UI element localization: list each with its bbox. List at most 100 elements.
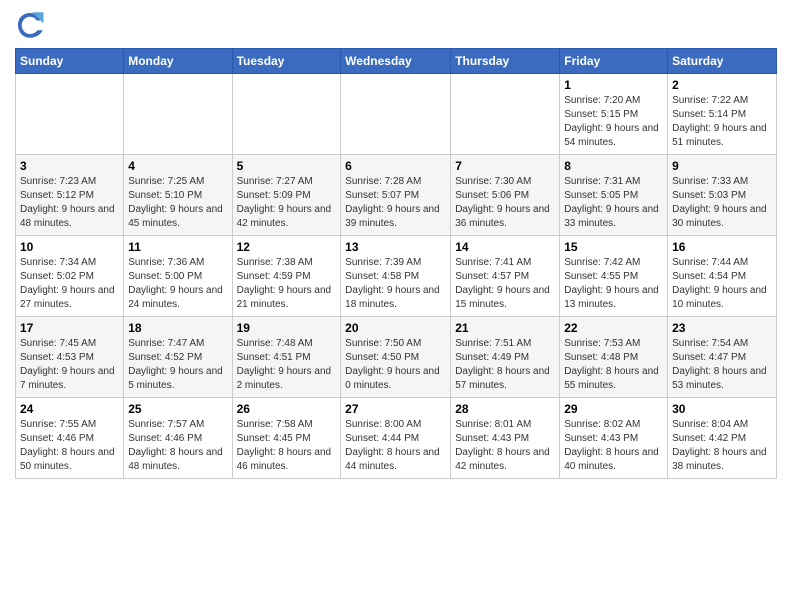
day-number: 19	[237, 321, 337, 335]
calendar-week-row: 3Sunrise: 7:23 AM Sunset: 5:12 PM Daylig…	[16, 155, 777, 236]
day-info: Sunrise: 7:44 AM Sunset: 4:54 PM Dayligh…	[672, 256, 772, 312]
day-info: Sunrise: 7:58 AM Sunset: 4:45 PM Dayligh…	[237, 418, 337, 474]
day-number: 10	[20, 240, 119, 254]
calendar-week-row: 17 Sunrise: 7:45 AM Sunset: 4:53 PM Dayli…	[16, 317, 777, 398]
calendar-week-row: 1 Sunrise: 7:20 AM Sunset: 5:15 PM Daylig…	[16, 74, 777, 155]
day-number: 4	[128, 159, 227, 173]
day-info: Sunrise: 7:23 AM Sunset: 5:12 PM Dayligh…	[20, 175, 119, 231]
calendar-header: SundayMondayTuesdayWednesdayThursdayFrid…	[16, 49, 777, 74]
day-info: Sunrise: 7:39 AM Sunset: 4:58 PM Dayligh…	[345, 256, 446, 312]
calendar-cell: 15Sunrise: 7:42 AM Sunset: 4:55 PM Dayli…	[560, 236, 668, 317]
day-number: 23	[672, 321, 772, 335]
calendar-cell: 27Sunrise: 8:00 AM Sunset: 4:44 PM Dayli…	[341, 398, 451, 479]
day-number: 13	[345, 240, 446, 254]
day-info: Sunrise: 7:57 AM Sunset: 4:46 PM Dayligh…	[128, 418, 227, 474]
calendar-cell: 23 Sunrise: 7:54 AM Sunset: 4:47 PM Dayli…	[668, 317, 777, 398]
day-info: Sunrise: 7:45 AM Sunset: 4:53 PM Dayligh…	[20, 337, 119, 393]
day-number: 25	[128, 402, 227, 416]
calendar-cell: 10 Sunrise: 7:34 AM Sunset: 5:02 PM Dayli…	[16, 236, 124, 317]
day-info: Sunrise: 7:28 AM Sunset: 5:07 PM Dayligh…	[345, 175, 446, 231]
calendar-cell: 22 Sunrise: 7:53 AM Sunset: 4:48 PM Dayli…	[560, 317, 668, 398]
day-info: Sunrise: 8:02 AM Sunset: 4:43 PM Dayligh…	[564, 418, 663, 474]
day-number: 26	[237, 402, 337, 416]
calendar-cell: 19 Sunrise: 7:48 AM Sunset: 4:51 PM Dayli…	[232, 317, 341, 398]
calendar-cell: 21 Sunrise: 7:51 AM Sunset: 4:49 PM Dayli…	[451, 317, 560, 398]
calendar-cell	[451, 74, 560, 155]
day-number: 20	[345, 321, 446, 335]
calendar-table: SundayMondayTuesdayWednesdayThursdayFrid…	[15, 48, 777, 479]
weekday-header: Tuesday	[232, 49, 341, 74]
calendar-body: 1 Sunrise: 7:20 AM Sunset: 5:15 PM Daylig…	[16, 74, 777, 479]
day-number: 16	[672, 240, 772, 254]
calendar-cell	[341, 74, 451, 155]
weekday-header: Friday	[560, 49, 668, 74]
calendar-cell: 1 Sunrise: 7:20 AM Sunset: 5:15 PM Daylig…	[560, 74, 668, 155]
day-number: 8	[564, 159, 663, 173]
day-info: Sunrise: 7:55 AM Sunset: 4:46 PM Dayligh…	[20, 418, 119, 474]
day-info: Sunrise: 7:53 AM Sunset: 4:48 PM Dayligh…	[564, 337, 663, 393]
day-info: Sunrise: 8:04 AM Sunset: 4:42 PM Dayligh…	[672, 418, 772, 474]
day-number: 1	[564, 78, 663, 92]
day-number: 21	[455, 321, 555, 335]
day-info: Sunrise: 7:41 AM Sunset: 4:57 PM Dayligh…	[455, 256, 555, 312]
day-info: Sunrise: 7:33 AM Sunset: 5:03 PM Dayligh…	[672, 175, 772, 231]
calendar-week-row: 10 Sunrise: 7:34 AM Sunset: 5:02 PM Dayli…	[16, 236, 777, 317]
day-number: 18	[128, 321, 227, 335]
calendar-cell: 25 Sunrise: 7:57 AM Sunset: 4:46 PM Dayli…	[124, 398, 232, 479]
day-number: 17	[20, 321, 119, 335]
day-info: Sunrise: 7:22 AM Sunset: 5:14 PM Dayligh…	[672, 94, 772, 150]
calendar-cell: 17 Sunrise: 7:45 AM Sunset: 4:53 PM Dayli…	[16, 317, 124, 398]
day-info: Sunrise: 7:30 AM Sunset: 5:06 PM Dayligh…	[455, 175, 555, 231]
day-number: 22	[564, 321, 663, 335]
day-number: 24	[20, 402, 119, 416]
day-info: Sunrise: 7:47 AM Sunset: 4:52 PM Dayligh…	[128, 337, 227, 393]
day-number: 11	[128, 240, 227, 254]
calendar-cell: 4 Sunrise: 7:25 AM Sunset: 5:10 PM Daylig…	[124, 155, 232, 236]
day-number: 30	[672, 402, 772, 416]
day-info: Sunrise: 7:34 AM Sunset: 5:02 PM Dayligh…	[20, 256, 119, 312]
weekday-header: Saturday	[668, 49, 777, 74]
day-number: 29	[564, 402, 663, 416]
day-info: Sunrise: 7:31 AM Sunset: 5:05 PM Dayligh…	[564, 175, 663, 231]
calendar-cell: 13 Sunrise: 7:39 AM Sunset: 4:58 PM Dayli…	[341, 236, 451, 317]
day-number: 12	[237, 240, 337, 254]
calendar-cell	[124, 74, 232, 155]
day-info: Sunrise: 7:50 AM Sunset: 4:50 PM Dayligh…	[345, 337, 446, 393]
calendar-cell: 16 Sunrise: 7:44 AM Sunset: 4:54 PM Dayli…	[668, 236, 777, 317]
day-info: Sunrise: 7:27 AM Sunset: 5:09 PM Dayligh…	[237, 175, 337, 231]
calendar-cell: 18 Sunrise: 7:47 AM Sunset: 4:52 PM Dayli…	[124, 317, 232, 398]
weekday-header: Thursday	[451, 49, 560, 74]
calendar-cell	[16, 74, 124, 155]
day-info: Sunrise: 7:42 AM Sunset: 4:55 PM Dayligh…	[564, 256, 663, 312]
day-number: 7	[455, 159, 555, 173]
weekday-header: Wednesday	[341, 49, 451, 74]
calendar-cell: 2Sunrise: 7:22 AM Sunset: 5:14 PM Daylig…	[668, 74, 777, 155]
day-info: Sunrise: 7:38 AM Sunset: 4:59 PM Dayligh…	[237, 256, 337, 312]
day-info: Sunrise: 7:51 AM Sunset: 4:49 PM Dayligh…	[455, 337, 555, 393]
calendar-container: SundayMondayTuesdayWednesdayThursdayFrid…	[0, 0, 792, 489]
day-info: Sunrise: 8:01 AM Sunset: 4:43 PM Dayligh…	[455, 418, 555, 474]
day-info: Sunrise: 7:36 AM Sunset: 5:00 PM Dayligh…	[128, 256, 227, 312]
calendar-cell: 29 Sunrise: 8:02 AM Sunset: 4:43 PM Dayli…	[560, 398, 668, 479]
day-info: Sunrise: 7:54 AM Sunset: 4:47 PM Dayligh…	[672, 337, 772, 393]
header	[15, 10, 777, 40]
calendar-cell: 20 Sunrise: 7:50 AM Sunset: 4:50 PM Dayli…	[341, 317, 451, 398]
weekday-header-row: SundayMondayTuesdayWednesdayThursdayFrid…	[16, 49, 777, 74]
calendar-cell: 9Sunrise: 7:33 AM Sunset: 5:03 PM Daylig…	[668, 155, 777, 236]
calendar-cell: 11 Sunrise: 7:36 AM Sunset: 5:00 PM Dayli…	[124, 236, 232, 317]
calendar-cell: 24 Sunrise: 7:55 AM Sunset: 4:46 PM Dayli…	[16, 398, 124, 479]
calendar-cell: 3Sunrise: 7:23 AM Sunset: 5:12 PM Daylig…	[16, 155, 124, 236]
day-number: 14	[455, 240, 555, 254]
day-info: Sunrise: 7:48 AM Sunset: 4:51 PM Dayligh…	[237, 337, 337, 393]
day-number: 5	[237, 159, 337, 173]
calendar-cell: 14 Sunrise: 7:41 AM Sunset: 4:57 PM Dayli…	[451, 236, 560, 317]
weekday-header: Monday	[124, 49, 232, 74]
calendar-cell: 7 Sunrise: 7:30 AM Sunset: 5:06 PM Daylig…	[451, 155, 560, 236]
day-number: 28	[455, 402, 555, 416]
calendar-cell: 6Sunrise: 7:28 AM Sunset: 5:07 PM Daylig…	[341, 155, 451, 236]
day-info: Sunrise: 7:20 AM Sunset: 5:15 PM Dayligh…	[564, 94, 663, 150]
day-info: Sunrise: 8:00 AM Sunset: 4:44 PM Dayligh…	[345, 418, 446, 474]
calendar-cell: 28 Sunrise: 8:01 AM Sunset: 4:43 PM Dayli…	[451, 398, 560, 479]
day-info: Sunrise: 7:25 AM Sunset: 5:10 PM Dayligh…	[128, 175, 227, 231]
calendar-week-row: 24 Sunrise: 7:55 AM Sunset: 4:46 PM Dayli…	[16, 398, 777, 479]
